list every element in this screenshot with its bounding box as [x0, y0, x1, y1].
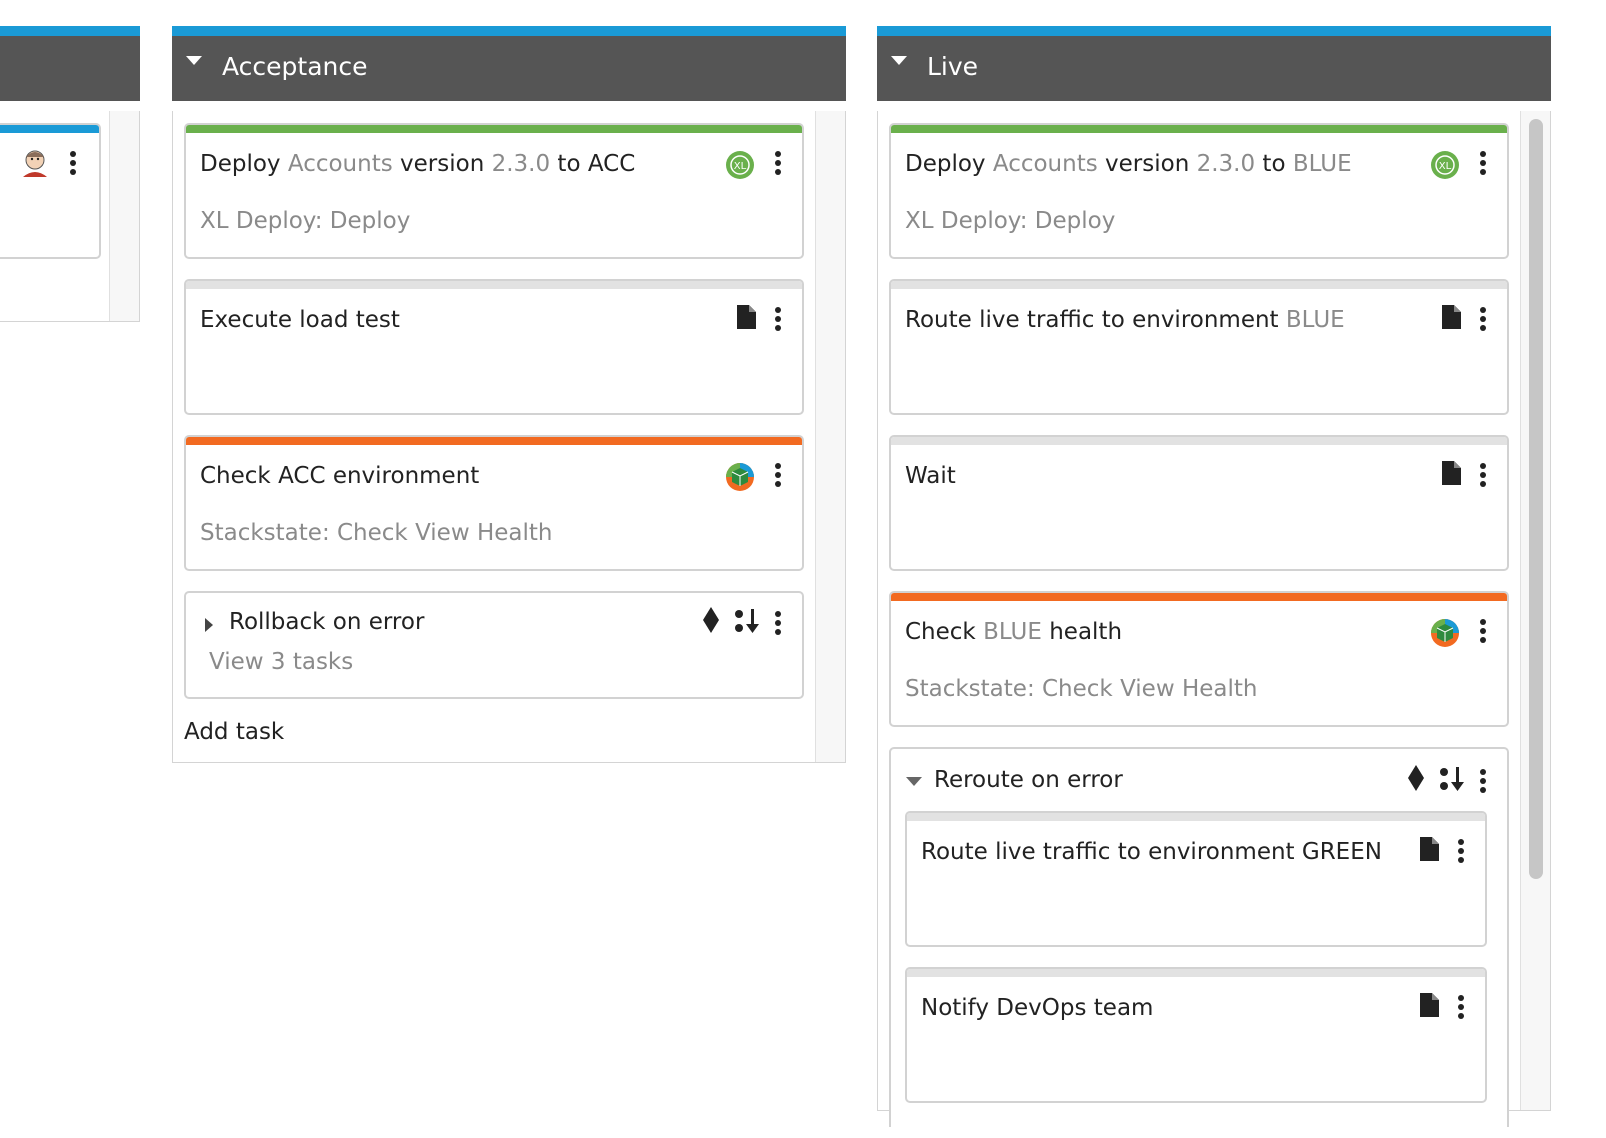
group-menu-kebab[interactable]	[772, 609, 784, 639]
phase-header[interactable]: Acceptance	[172, 36, 846, 101]
task-menu-kebab[interactable]	[1477, 305, 1489, 335]
phase-column-previous	[0, 26, 140, 322]
task-status-bar	[891, 437, 1507, 445]
task-card[interactable]: Route live traffic to environment GREEN	[905, 811, 1487, 947]
task-title: Wait	[905, 463, 956, 489]
stackstate-icon	[1431, 619, 1459, 647]
task-menu-kebab[interactable]	[772, 305, 784, 335]
task-status-bar	[186, 437, 802, 445]
task-card[interactable]: Check ACC environment Stackstate: Check …	[184, 435, 804, 571]
task-card[interactable]: Execute load test	[184, 279, 804, 415]
task-type-label: Stackstate: Check View Health	[905, 676, 1258, 702]
scrollbar-track[interactable]	[109, 111, 139, 321]
task-title: Deploy Accounts version 2.3.0 to ACC	[200, 151, 636, 177]
phase-title: Live	[927, 52, 979, 81]
task-menu-kebab[interactable]	[1477, 461, 1489, 491]
document-icon	[1442, 305, 1461, 329]
document-icon	[1420, 837, 1439, 861]
add-task-link[interactable]: Add task	[184, 719, 284, 745]
task-group-card[interactable]: Rollback on error View 3 tasks	[184, 591, 804, 699]
collapse-caret-icon[interactable]	[186, 56, 202, 65]
expand-caret-icon[interactable]	[205, 618, 213, 632]
task-title: Route live traffic to environment GREEN	[921, 839, 1382, 865]
task-group-card[interactable]: Reroute on error Route live traffic to e…	[889, 747, 1509, 1127]
task-card[interactable]: Deploy Accounts version 2.3.0 to ACC XL …	[184, 123, 804, 259]
task-title: Deploy Accounts version 2.3.0 to BLUE	[905, 151, 1352, 177]
stackstate-icon	[726, 463, 754, 491]
document-icon	[1442, 461, 1461, 485]
phase-column-acceptance: Acceptance Deploy Accounts version 2.3.0…	[172, 26, 846, 763]
task-menu-kebab[interactable]	[67, 149, 79, 179]
phase-column-live: Live Deploy Accounts version 2.3.0 to BL…	[877, 26, 1551, 1127]
phase-body: Deploy Accounts version 2.3.0 to ACC XL …	[172, 111, 846, 763]
xl-deploy-icon: XL	[726, 151, 754, 179]
task-status-bar	[186, 125, 802, 133]
task-menu-kebab[interactable]	[1477, 617, 1489, 647]
view-tasks-link[interactable]: View 3 tasks	[209, 649, 353, 675]
scrollbar-track[interactable]	[1520, 111, 1550, 1110]
task-title: Notify DevOps team	[921, 995, 1154, 1021]
document-icon	[737, 305, 756, 329]
task-type-label: XL Deploy: Deploy	[905, 208, 1116, 234]
scrollbar-thumb[interactable]	[1529, 119, 1543, 879]
collapse-caret-icon[interactable]	[906, 777, 922, 786]
task-card[interactable]: Route live traffic to environment BLUE	[889, 279, 1509, 415]
task-card[interactable]: Notify DevOps team	[905, 967, 1487, 1103]
task-status-bar	[891, 281, 1507, 289]
task-title: Execute load test	[200, 307, 400, 333]
diamond-icon[interactable]	[1407, 765, 1425, 791]
task-menu-kebab[interactable]	[1477, 149, 1489, 179]
task-status-bar	[186, 281, 802, 289]
task-title: Route live traffic to environment BLUE	[905, 307, 1345, 333]
task-card[interactable]	[0, 123, 101, 259]
group-title: Reroute on error	[934, 767, 1123, 793]
task-type-label: XL Deploy: Deploy	[200, 208, 411, 234]
phase-body	[0, 111, 140, 322]
task-title: Check ACC environment	[200, 463, 480, 489]
phase-header[interactable]: Live	[877, 36, 1551, 101]
task-menu-kebab[interactable]	[1455, 837, 1467, 867]
sequential-order-icon[interactable]	[733, 608, 761, 634]
task-type-label: Stackstate: Check View Health	[200, 520, 553, 546]
task-status-bar	[891, 593, 1507, 601]
svg-text:XL: XL	[734, 161, 747, 172]
group-menu-kebab[interactable]	[1477, 767, 1489, 797]
phase-header[interactable]	[0, 36, 140, 101]
xl-deploy-icon: XL	[1431, 151, 1459, 179]
task-card[interactable]: Deploy Accounts version 2.3.0 to BLUE XL…	[889, 123, 1509, 259]
sequential-order-icon[interactable]	[1438, 766, 1466, 792]
svg-text:XL: XL	[1439, 161, 1452, 172]
collapse-caret-icon[interactable]	[891, 56, 907, 65]
scrollbar-track[interactable]	[815, 111, 845, 762]
group-title: Rollback on error	[229, 609, 425, 635]
task-card[interactable]: Wait	[889, 435, 1509, 571]
task-menu-kebab[interactable]	[1455, 993, 1467, 1023]
phase-body: Deploy Accounts version 2.3.0 to BLUE XL…	[877, 111, 1551, 1127]
phase-title: Acceptance	[222, 52, 368, 81]
task-menu-kebab[interactable]	[772, 149, 784, 179]
task-card[interactable]: Check BLUE health Stackstate: Check View…	[889, 591, 1509, 727]
jenkins-avatar-icon	[23, 150, 47, 177]
task-status-bar	[891, 125, 1507, 133]
task-menu-kebab[interactable]	[772, 461, 784, 491]
document-icon	[1420, 993, 1439, 1017]
task-status-bar	[907, 969, 1485, 977]
task-status-bar	[907, 813, 1485, 821]
diamond-icon[interactable]	[702, 607, 720, 633]
task-status-bar	[0, 125, 99, 133]
task-title: Check BLUE health	[905, 619, 1123, 645]
